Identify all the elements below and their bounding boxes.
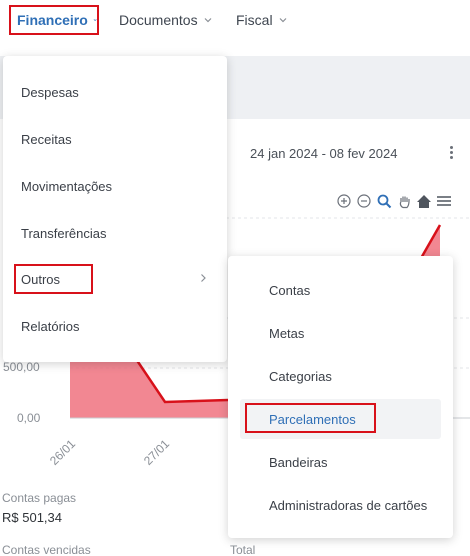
menu-item-despesas[interactable]: Despesas xyxy=(3,70,227,114)
submenu-item-label: Bandeiras xyxy=(269,454,328,470)
contas-pagas-value: R$ 501,34 xyxy=(2,510,62,525)
menu-item-label: Relatórios xyxy=(21,318,80,334)
submenu-item-contas[interactable]: Contas xyxy=(240,270,441,310)
zoom-out-icon[interactable] xyxy=(356,193,372,209)
submenu-item-label: Administradoras de cartões xyxy=(269,497,428,513)
menu-item-label: Movimentações xyxy=(21,178,113,194)
menu-item-receitas[interactable]: Receitas xyxy=(3,117,227,161)
y-tick-label: 0,00 xyxy=(17,411,41,425)
contas-vencidas-label: Contas vencidas xyxy=(2,543,91,556)
magnifier-icon[interactable] xyxy=(376,193,392,209)
menu-item-transferencias[interactable]: Transferências xyxy=(3,211,227,255)
home-icon[interactable] xyxy=(416,193,432,209)
total-label: Total xyxy=(230,543,256,556)
submenu-item-bandeiras[interactable]: Bandeiras xyxy=(240,442,441,482)
menu-item-relatorios[interactable]: Relatórios xyxy=(3,304,227,348)
menu-icon[interactable] xyxy=(436,193,452,209)
menu-item-label: Transferências xyxy=(21,225,107,241)
chevron-down-icon xyxy=(204,18,212,23)
outros-submenu: Contas Metas Categorias Parcelamentos Ba… xyxy=(228,256,453,538)
y-tick-label: 500,00 xyxy=(3,360,40,374)
top-nav: Financeiro Documentos Fiscal xyxy=(0,0,470,56)
nav-fiscal-label: Fiscal xyxy=(236,12,273,28)
nav-financeiro[interactable]: Financeiro xyxy=(9,5,99,35)
financeiro-dropdown-menu: Despesas Receitas Movimentações Transfer… xyxy=(3,56,227,362)
menu-item-label: Receitas xyxy=(21,131,72,147)
highlight-box-parcelamentos xyxy=(245,403,376,433)
nav-documentos-label: Documentos xyxy=(119,12,198,28)
submenu-item-label: Categorias xyxy=(269,368,332,384)
nav-financeiro-label: Financeiro xyxy=(17,12,88,28)
submenu-item-administradoras[interactable]: Administradoras de cartões xyxy=(240,485,441,525)
nav-fiscal[interactable]: Fiscal xyxy=(236,0,288,40)
nav-documentos[interactable]: Documentos xyxy=(119,0,213,40)
chevron-down-icon xyxy=(279,18,286,23)
date-range[interactable]: 24 jan 2024 - 08 fev 2024 xyxy=(250,146,397,161)
menu-item-label: Despesas xyxy=(21,84,79,100)
contas-pagas-label: Contas pagas xyxy=(2,491,77,505)
submenu-item-label: Contas xyxy=(269,282,311,298)
more-options-icon[interactable] xyxy=(448,146,454,162)
zoom-in-icon[interactable] xyxy=(336,193,352,209)
chart-toolbar xyxy=(336,192,452,210)
menu-item-movimentacoes[interactable]: Movimentações xyxy=(3,164,227,208)
highlight-box-outros xyxy=(14,264,93,294)
pan-hand-icon[interactable] xyxy=(396,193,412,209)
submenu-item-categorias[interactable]: Categorias xyxy=(240,356,441,396)
chevron-right-icon xyxy=(201,274,206,282)
submenu-item-metas[interactable]: Metas xyxy=(240,313,441,353)
chevron-down-icon xyxy=(93,19,97,22)
submenu-item-label: Metas xyxy=(269,325,305,341)
